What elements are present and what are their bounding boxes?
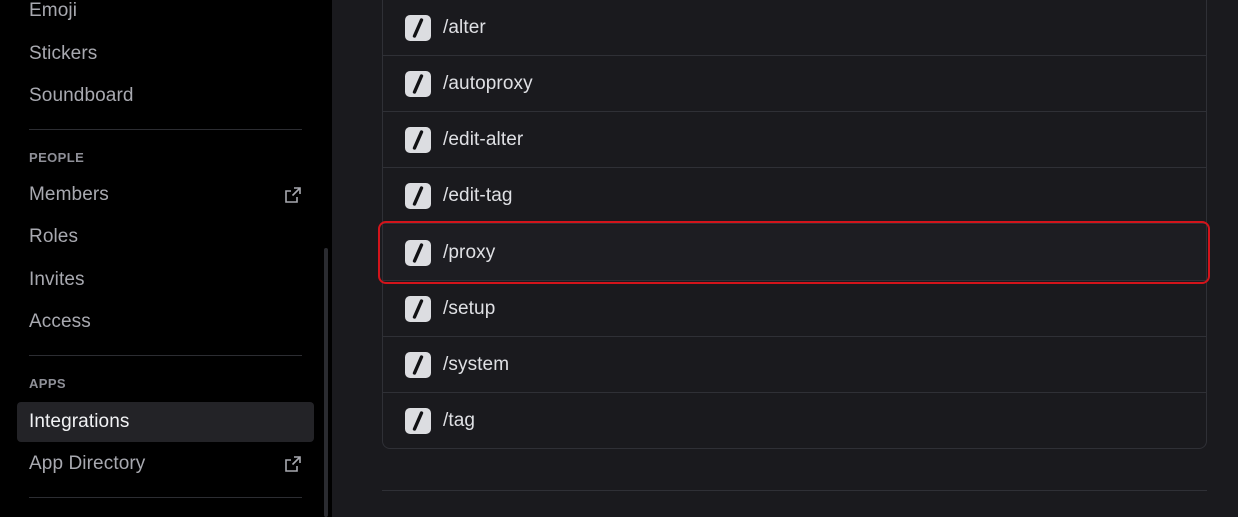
- sidebar-item-soundboard[interactable]: Soundboard: [17, 76, 314, 116]
- sidebar-divider: [29, 497, 302, 498]
- sidebar-scrollbar[interactable]: [324, 248, 328, 517]
- slash-command-icon: [405, 70, 431, 97]
- command-row-alter[interactable]: /alter: [383, 0, 1206, 56]
- command-row-edit-alter[interactable]: /edit-alter: [383, 112, 1206, 168]
- external-link-icon: [285, 187, 301, 203]
- sidebar-item-label: App Directory: [29, 453, 146, 474]
- command-name: /system: [443, 353, 510, 375]
- sidebar-item-label: Stickers: [29, 43, 98, 64]
- sidebar-item-integrations[interactable]: Integrations: [17, 402, 314, 442]
- command-row-setup[interactable]: /setup: [383, 281, 1206, 337]
- sidebar-item-emoji[interactable]: Emoji: [17, 0, 314, 31]
- sidebar-item-stickers[interactable]: Stickers: [17, 34, 314, 74]
- slash-command-icon: [405, 126, 431, 153]
- section-divider: [382, 490, 1207, 491]
- sidebar-item-invites[interactable]: Invites: [17, 260, 314, 300]
- main-content: /alter /autoproxy /edit-alter /edit-tag: [332, 0, 1238, 517]
- slash-command-icon: [405, 295, 431, 322]
- sidebar-item-label: Roles: [29, 226, 79, 247]
- command-name: /edit-alter: [443, 128, 524, 150]
- sidebar-header-people: PEOPLE: [29, 150, 85, 165]
- app-window: Emoji Stickers Soundboard PEOPLE Members…: [0, 0, 1238, 517]
- sidebar-item-label: Members: [29, 184, 109, 205]
- slash-command-icon: [405, 182, 431, 209]
- sidebar-item-app-directory[interactable]: App Directory: [17, 444, 314, 484]
- command-row-proxy[interactable]: /proxy: [383, 225, 1206, 281]
- sidebar-item-access[interactable]: Access: [17, 302, 314, 342]
- sidebar-item-members[interactable]: Members: [17, 175, 314, 215]
- sidebar-item-label: Integrations: [29, 411, 130, 432]
- command-name: /alter: [443, 16, 486, 38]
- sidebar-divider: [29, 355, 302, 356]
- sidebar-item-label: Invites: [29, 269, 85, 290]
- external-link-icon: [285, 456, 301, 472]
- sidebar-divider: [29, 129, 302, 130]
- command-name: /proxy: [443, 241, 496, 263]
- command-row-autoproxy[interactable]: /autoproxy: [383, 56, 1206, 112]
- slash-command-icon: [405, 351, 431, 378]
- command-name: /autoproxy: [443, 72, 533, 94]
- settings-sidebar: Emoji Stickers Soundboard PEOPLE Members…: [0, 0, 332, 517]
- sidebar-header-apps: APPS: [29, 376, 67, 391]
- command-row-edit-tag[interactable]: /edit-tag: [383, 168, 1206, 224]
- slash-command-icon: [405, 408, 431, 434]
- sidebar-item-label: Soundboard: [29, 85, 134, 106]
- sidebar-item-label: Emoji: [29, 0, 78, 21]
- command-list: /alter /autoproxy /edit-alter /edit-tag: [382, 0, 1207, 449]
- command-row-system[interactable]: /system: [383, 337, 1206, 393]
- command-name: /setup: [443, 297, 496, 319]
- command-name: /edit-tag: [443, 184, 513, 206]
- slash-command-icon: [405, 14, 431, 41]
- sidebar-item-label: Access: [29, 311, 91, 332]
- command-row-tag[interactable]: /tag: [383, 393, 1206, 449]
- slash-command-icon: [405, 239, 431, 266]
- sidebar-item-roles[interactable]: Roles: [17, 217, 314, 257]
- command-name: /tag: [443, 410, 476, 431]
